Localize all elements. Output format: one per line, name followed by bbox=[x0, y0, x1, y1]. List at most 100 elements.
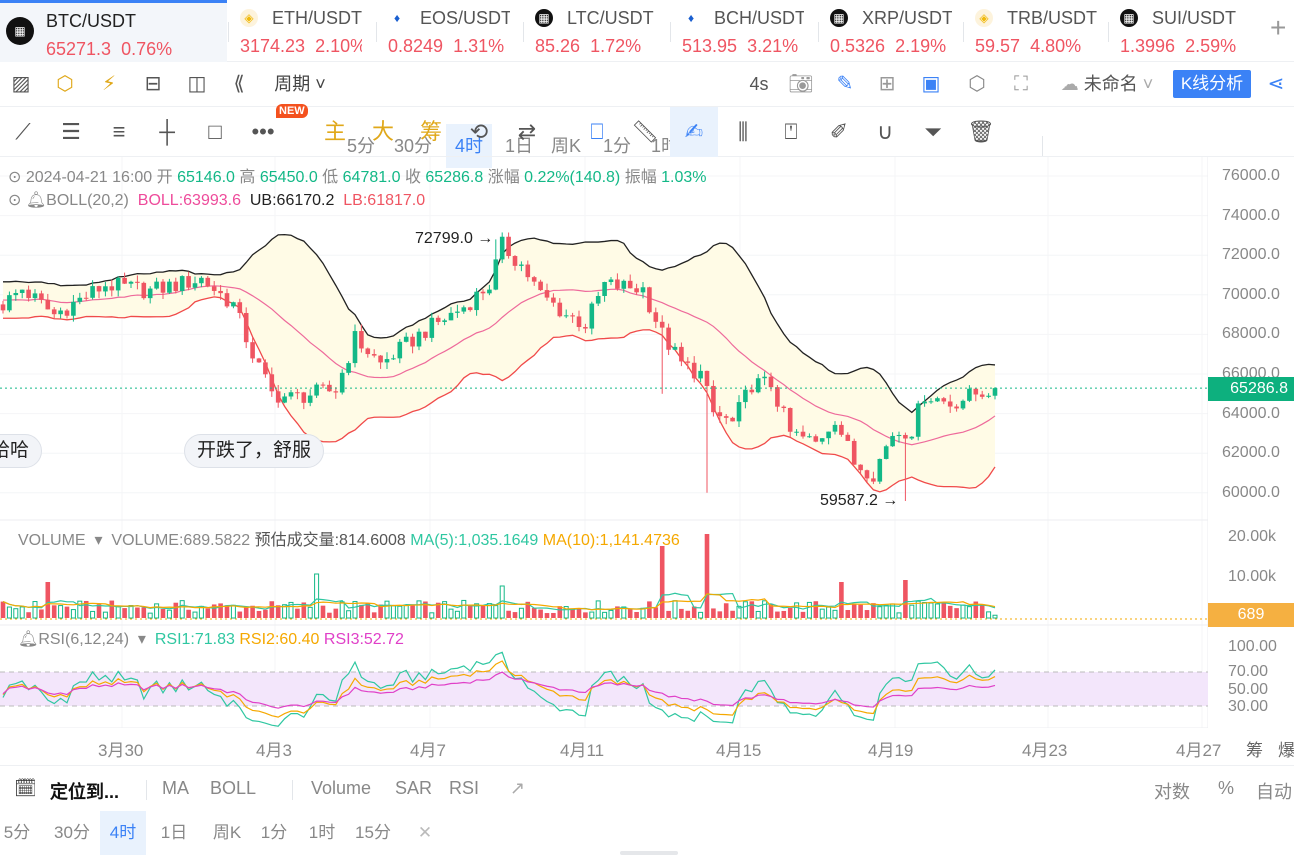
candle bbox=[231, 302, 236, 307]
log-scale-toggle[interactable]: 对数 bbox=[1154, 778, 1190, 804]
candle bbox=[762, 376, 767, 379]
calendar-icon[interactable]: 🗓︎ bbox=[14, 778, 37, 799]
indicator-boll[interactable]: BOLL bbox=[210, 778, 256, 799]
comment-bubble[interactable]: 哈哈 bbox=[0, 434, 43, 468]
timeframe-6[interactable]: 1时 bbox=[302, 811, 342, 855]
k-line-analysis-button[interactable]: K线分析 bbox=[1173, 70, 1251, 98]
magnet-icon[interactable]: ∪ bbox=[868, 107, 902, 157]
trend-line-icon[interactable]: ⟋ bbox=[6, 107, 40, 157]
big-order-button[interactable]: 大 bbox=[366, 107, 400, 157]
note-icon[interactable]: ✐ bbox=[822, 107, 856, 157]
channel-icon[interactable]: ≡ bbox=[102, 107, 136, 157]
tab-sui-usdt[interactable]: ▦ SUI/USDT 1.3996 2.59% bbox=[1120, 0, 1250, 62]
locate-to-date-button[interactable]: 定位到... bbox=[50, 778, 119, 804]
timeframe-5[interactable]: 1分 bbox=[254, 811, 294, 855]
timeframe-3[interactable]: 1日 bbox=[156, 811, 192, 855]
period-dropdown[interactable]: 周期 ˅ bbox=[268, 62, 332, 106]
tab-price: 3174.23 2.10% bbox=[240, 36, 362, 56]
auto-scale-toggle[interactable]: 自动 bbox=[1256, 778, 1292, 804]
edit-indicators-icon[interactable]: ↗ bbox=[510, 778, 525, 799]
sync-drawing-icon[interactable]: ⟲ bbox=[462, 107, 496, 157]
fullscreen-icon[interactable]: ⛶ bbox=[1008, 62, 1034, 106]
refresh-interval[interactable]: 4s bbox=[742, 62, 776, 106]
horizontal-line-icon[interactable]: ┼ bbox=[150, 107, 184, 157]
indicator-volume[interactable]: Volume bbox=[311, 778, 371, 799]
candle bbox=[141, 282, 147, 299]
bookmark-icon[interactable]: ⎕ bbox=[580, 107, 614, 157]
dropdown-icon[interactable]: ▾ bbox=[90, 532, 107, 549]
add-tab-icon[interactable]: + bbox=[1270, 12, 1286, 44]
timeframe-1[interactable]: 30分 bbox=[48, 811, 96, 855]
layout-icon[interactable]: ◫ bbox=[184, 62, 210, 106]
volume-bar bbox=[102, 611, 108, 619]
liquidation-side-button[interactable]: 爆 bbox=[1278, 736, 1294, 761]
share-icon[interactable]: ⋖ bbox=[1262, 62, 1290, 106]
volume-bar bbox=[717, 611, 723, 618]
brush-icon[interactable]: ✍︎ bbox=[670, 107, 718, 157]
candle bbox=[647, 287, 652, 313]
trash-icon[interactable]: 🗑︎ bbox=[964, 107, 998, 157]
tab-btc-usdt[interactable]: ▦ BTC/USDT 65271.3 0.76% bbox=[0, 0, 227, 62]
more-icon[interactable]: ••• bbox=[246, 107, 280, 157]
close-icon[interactable]: ✕ bbox=[410, 811, 440, 855]
rewind-icon[interactable]: ⟪ bbox=[226, 62, 252, 106]
tab-xrp-usdt[interactable]: ▦ XRP/USDT 0.5326 2.19% bbox=[830, 0, 958, 62]
cross-symbol-icon[interactable]: ⇄ bbox=[510, 107, 544, 157]
candle bbox=[115, 277, 121, 291]
candle bbox=[410, 336, 415, 347]
camera-icon[interactable]: 📷︎ bbox=[788, 62, 814, 106]
lightning-icon[interactable]: ⚡ bbox=[96, 62, 122, 106]
indicator-ma[interactable]: MA bbox=[162, 778, 189, 799]
candles-icon[interactable]: ⫼ bbox=[726, 107, 760, 157]
filter-icon[interactable]: ⏷ bbox=[916, 107, 950, 157]
tab-eth-usdt[interactable]: ◈ ETH/USDT 3174.23 2.10% bbox=[240, 0, 368, 62]
comment-bubble[interactable]: 开跌了，舒服 bbox=[184, 434, 325, 468]
percent-scale-toggle[interactable]: % bbox=[1218, 778, 1234, 799]
chip-side-button[interactable]: 筹 bbox=[1246, 736, 1263, 761]
timeframe-2[interactable]: 4时 bbox=[100, 811, 146, 855]
dropdown-icon[interactable]: ▾ bbox=[133, 631, 150, 648]
add-window-icon[interactable]: ⊞ bbox=[874, 62, 900, 106]
indicator-rsi[interactable]: RSI bbox=[449, 778, 479, 799]
candle bbox=[371, 354, 377, 356]
parallel-lines-icon[interactable]: ☰ bbox=[54, 107, 88, 157]
line-chart-icon[interactable]: ▨ bbox=[8, 62, 34, 106]
volume-bar bbox=[359, 604, 364, 618]
layout-name-dropdown[interactable]: ☁ 未命名 ˅ bbox=[1054, 62, 1160, 106]
rectangle-icon[interactable]: □ bbox=[198, 107, 232, 157]
tab-trb-usdt[interactable]: ◈ TRB/USDT 59.57 4.80% bbox=[975, 0, 1103, 62]
settings-icon[interactable]: ⬡ bbox=[964, 62, 990, 106]
candle bbox=[135, 281, 140, 283]
candle bbox=[634, 288, 639, 293]
collapse-icon[interactable]: ⊙ bbox=[8, 169, 21, 186]
candle bbox=[627, 280, 633, 289]
resize-handle[interactable] bbox=[620, 851, 678, 855]
collapse-icon[interactable]: ⊙ bbox=[8, 192, 21, 209]
lock-icon[interactable]: ⍞ bbox=[774, 107, 808, 157]
candle bbox=[7, 295, 12, 311]
candle bbox=[487, 289, 492, 294]
tab-bch-usdt[interactable]: ♦ BCH/USDT 513.95 3.21% bbox=[682, 0, 810, 62]
tab-pair: BTC/USDT bbox=[46, 11, 136, 31]
candle bbox=[384, 359, 390, 363]
volume-bar bbox=[947, 605, 953, 618]
pencil-icon[interactable]: ✎ bbox=[832, 62, 858, 106]
alert-bell-icon[interactable]: 🔔︎ bbox=[18, 631, 38, 648]
alert-bell-icon[interactable]: 🔔︎ bbox=[26, 192, 46, 209]
tab-ltc-usdt[interactable]: ▦ LTC/USDT 85.26 1.72% bbox=[535, 0, 663, 62]
timeframe-4[interactable]: 周K bbox=[204, 811, 250, 855]
candle bbox=[64, 310, 70, 316]
indicator-sar[interactable]: SAR bbox=[395, 778, 432, 799]
volume-bar bbox=[173, 602, 179, 618]
tab-eos-usdt[interactable]: ♦ EOS/USDT 0.8249 1.31% bbox=[388, 0, 516, 62]
ruler-icon[interactable]: 📏︎ bbox=[628, 107, 662, 157]
candle bbox=[666, 327, 671, 350]
main-force-button[interactable]: 主 bbox=[318, 107, 352, 157]
candle bbox=[365, 348, 371, 355]
timeframe-0[interactable]: 5分 bbox=[0, 811, 34, 855]
print-icon[interactable]: ⊟ bbox=[140, 62, 166, 106]
chip-distribution-button[interactable]: 筹 bbox=[414, 107, 448, 157]
popup-toggle-icon[interactable]: ▣ bbox=[918, 62, 944, 106]
gauge-icon[interactable]: ⬡ bbox=[52, 62, 78, 106]
timeframe-7[interactable]: 15分 bbox=[350, 811, 396, 855]
